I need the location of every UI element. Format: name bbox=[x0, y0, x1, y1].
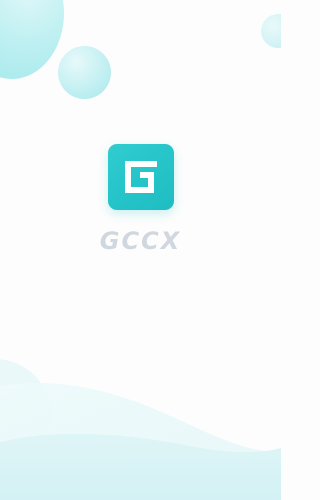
decorative-bubble-medium bbox=[58, 46, 111, 99]
splash-screen: GCCX bbox=[0, 0, 281, 500]
gccx-logo-icon bbox=[125, 161, 157, 193]
decorative-bubble-large bbox=[0, 0, 64, 79]
decorative-bubble-small bbox=[261, 14, 281, 48]
app-logo bbox=[108, 144, 174, 210]
brand-wordmark: GCCX bbox=[99, 227, 182, 255]
decorative-waves bbox=[0, 330, 281, 500]
